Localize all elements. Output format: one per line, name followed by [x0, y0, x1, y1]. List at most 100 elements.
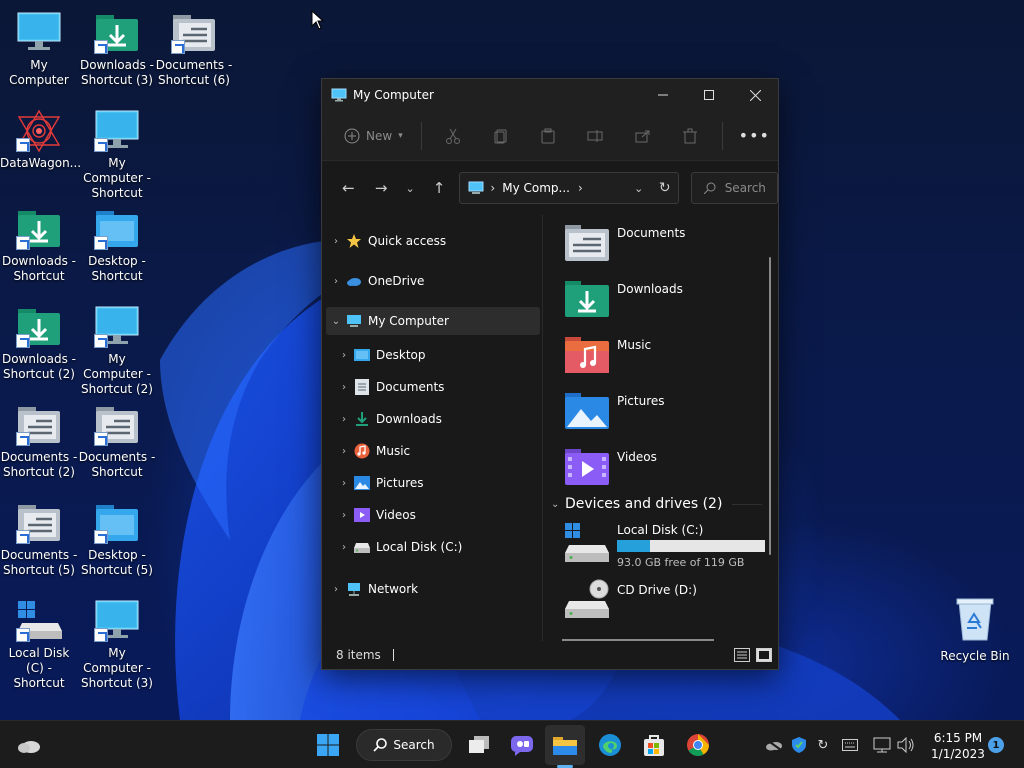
file-explorer-taskbar-button[interactable]: [550, 729, 580, 761]
nav-item-network[interactable]: › Network: [326, 575, 540, 603]
up-button[interactable]: ↑: [423, 173, 456, 203]
weather-widget[interactable]: [14, 729, 44, 761]
large-icons-view-button[interactable]: [756, 648, 772, 662]
expand-chevron-icon[interactable]: ›: [334, 510, 354, 521]
volume-tray-icon[interactable]: [896, 735, 916, 755]
paste-button[interactable]: [524, 120, 571, 152]
nav-item-documents[interactable]: › Documents: [326, 371, 540, 403]
desktop-icon-downloads[interactable]: Downloads - Shortcut (3): [78, 10, 156, 88]
nav-item-quick-access[interactable]: › Quick access: [326, 227, 540, 255]
expand-chevron-icon[interactable]: ›: [334, 414, 354, 425]
share-button[interactable]: [619, 120, 666, 152]
vertical-scrollbar[interactable]: [769, 257, 771, 555]
expand-chevron-icon[interactable]: ›: [326, 584, 346, 595]
explorer-window[interactable]: My Computer New ▾ ••• ← → ⌄ ↑ › My Comp.…: [321, 78, 779, 670]
rename-button[interactable]: [572, 120, 619, 152]
expand-chevron-icon[interactable]: ›: [334, 350, 354, 361]
share-icon: [635, 130, 650, 142]
search-placeholder: Search: [724, 181, 766, 195]
more-options-button[interactable]: •••: [731, 120, 778, 152]
expand-chevron-icon[interactable]: ›: [326, 236, 346, 247]
nav-item-pictures[interactable]: › Pictures: [326, 467, 540, 499]
folder-music[interactable]: Music: [565, 327, 778, 383]
desktop-icon-documents[interactable]: Documents - Shortcut (2): [0, 402, 78, 480]
desktop-icon-disk[interactable]: Local Disk (C) - Shortcut: [0, 598, 78, 691]
nav-item-onedrive[interactable]: › OneDrive: [326, 267, 540, 295]
folder-documents[interactable]: Documents: [565, 215, 778, 271]
desktop-icon-datawagon[interactable]: DataWagon...: [0, 108, 81, 171]
breadcrumb-current[interactable]: My Comp...: [502, 181, 570, 195]
folder-downloads[interactable]: Downloads: [565, 271, 778, 327]
taskbar-search-button[interactable]: Search: [356, 729, 452, 761]
task-view-button[interactable]: [464, 729, 494, 761]
content-pane[interactable]: Documents Downloads Music Pictures Videos ⌄ …: [543, 215, 778, 641]
desktop-icon-documents[interactable]: Documents - Shortcut: [78, 402, 156, 480]
details-view-button[interactable]: [734, 648, 750, 662]
nav-item-my-computer[interactable]: ⌄ My Computer: [326, 307, 540, 335]
nav-item-music[interactable]: › Music: [326, 435, 540, 467]
desktop-icon-computer[interactable]: My Computer - Shortcut (3): [78, 598, 156, 691]
address-dropdown-button[interactable]: ⌄: [626, 182, 652, 195]
collapse-chevron-icon[interactable]: ⌄: [551, 499, 565, 510]
breadcrumb-chevron[interactable]: ›: [578, 181, 583, 195]
desktop-icon-documents[interactable]: Documents - Shortcut (6): [155, 10, 233, 88]
search-input[interactable]: Search: [690, 172, 778, 204]
drive-cd-d[interactable]: CD Drive (D:): [565, 577, 778, 637]
devices-group-header[interactable]: ⌄ Devices and drives (2): [551, 491, 778, 517]
navigation-pane[interactable]: › Quick access › OneDrive ⌄ My Computer …: [322, 215, 542, 641]
copy-button[interactable]: [477, 120, 524, 152]
expand-chevron-icon[interactable]: ›: [334, 446, 354, 457]
nav-item-desktop[interactable]: › Desktop: [326, 339, 540, 371]
delete-button[interactable]: [666, 120, 713, 152]
folder-name: Downloads: [617, 282, 683, 296]
folder-pictures[interactable]: Pictures: [565, 383, 778, 439]
forward-button[interactable]: →: [365, 173, 398, 203]
expand-chevron-icon[interactable]: ›: [334, 542, 354, 553]
desktop-icon-label: My Computer - Shortcut (2): [81, 352, 153, 396]
desktop-icon-computer[interactable]: My Computer: [0, 10, 78, 88]
cut-button[interactable]: [430, 120, 477, 152]
group-divider: [732, 503, 762, 505]
desktop-icon-downloads[interactable]: Downloads - Shortcut: [0, 206, 78, 284]
keyboard-tray-icon[interactable]: [840, 735, 860, 755]
expand-chevron-icon[interactable]: ›: [334, 382, 354, 393]
recycle-bin-icon[interactable]: Recycle Bin: [940, 598, 1010, 663]
chrome-browser-button[interactable]: [683, 729, 713, 761]
update-tray-icon[interactable]: ↻: [813, 735, 833, 755]
desktop-icon-desktop[interactable]: Desktop - Shortcut: [78, 206, 156, 284]
title-bar[interactable]: My Computer: [322, 79, 778, 111]
network-tray-icon[interactable]: [872, 735, 892, 755]
toolbar-divider: [420, 121, 422, 150]
close-button[interactable]: [732, 79, 778, 111]
refresh-button[interactable]: ↻: [652, 180, 678, 196]
system-clock[interactable]: 6:15 PM 1/1/2023: [930, 730, 986, 762]
minimize-button[interactable]: [640, 79, 686, 111]
edge-browser-button[interactable]: [595, 729, 625, 761]
desktop-icon-documents[interactable]: Documents - Shortcut (5): [0, 500, 78, 578]
onedrive-tray-icon[interactable]: [764, 735, 784, 755]
desktop-icon-downloads[interactable]: Downloads - Shortcut (2): [0, 304, 78, 382]
microsoft-store-button[interactable]: [639, 729, 669, 761]
new-button[interactable]: New ▾: [334, 128, 413, 144]
start-button[interactable]: [312, 729, 344, 761]
notification-badge[interactable]: 1: [988, 737, 1004, 753]
teams-chat-button[interactable]: [507, 729, 537, 761]
expand-chevron-icon[interactable]: ›: [334, 478, 354, 489]
nav-item-downloads[interactable]: › Downloads: [326, 403, 540, 435]
computer-icon: [94, 108, 140, 152]
nav-item-local-disk-c[interactable]: › Local Disk (C:): [326, 531, 540, 563]
folder-videos[interactable]: Videos: [565, 439, 778, 495]
recent-locations-button[interactable]: ⌄: [398, 173, 423, 203]
desktop-icon-computer[interactable]: My Computer - Shortcut: [78, 108, 156, 201]
drive-local-disk-c[interactable]: Local Disk (C:) 93.0 GB free of 119 GB: [565, 517, 778, 577]
expand-chevron-icon[interactable]: ›: [326, 276, 346, 287]
maximize-button[interactable]: [686, 79, 732, 111]
security-tray-icon[interactable]: [789, 735, 809, 755]
address-bar[interactable]: › My Comp... › ⌄ ↻: [459, 172, 679, 204]
desktop-icon: [94, 500, 140, 544]
desktop-icon-desktop[interactable]: Desktop - Shortcut (5): [78, 500, 156, 578]
back-button[interactable]: ←: [332, 173, 365, 203]
nav-item-videos[interactable]: › Videos: [326, 499, 540, 531]
desktop-icon-computer[interactable]: My Computer - Shortcut (2): [78, 304, 156, 397]
collapse-chevron-icon[interactable]: ⌄: [326, 316, 346, 327]
